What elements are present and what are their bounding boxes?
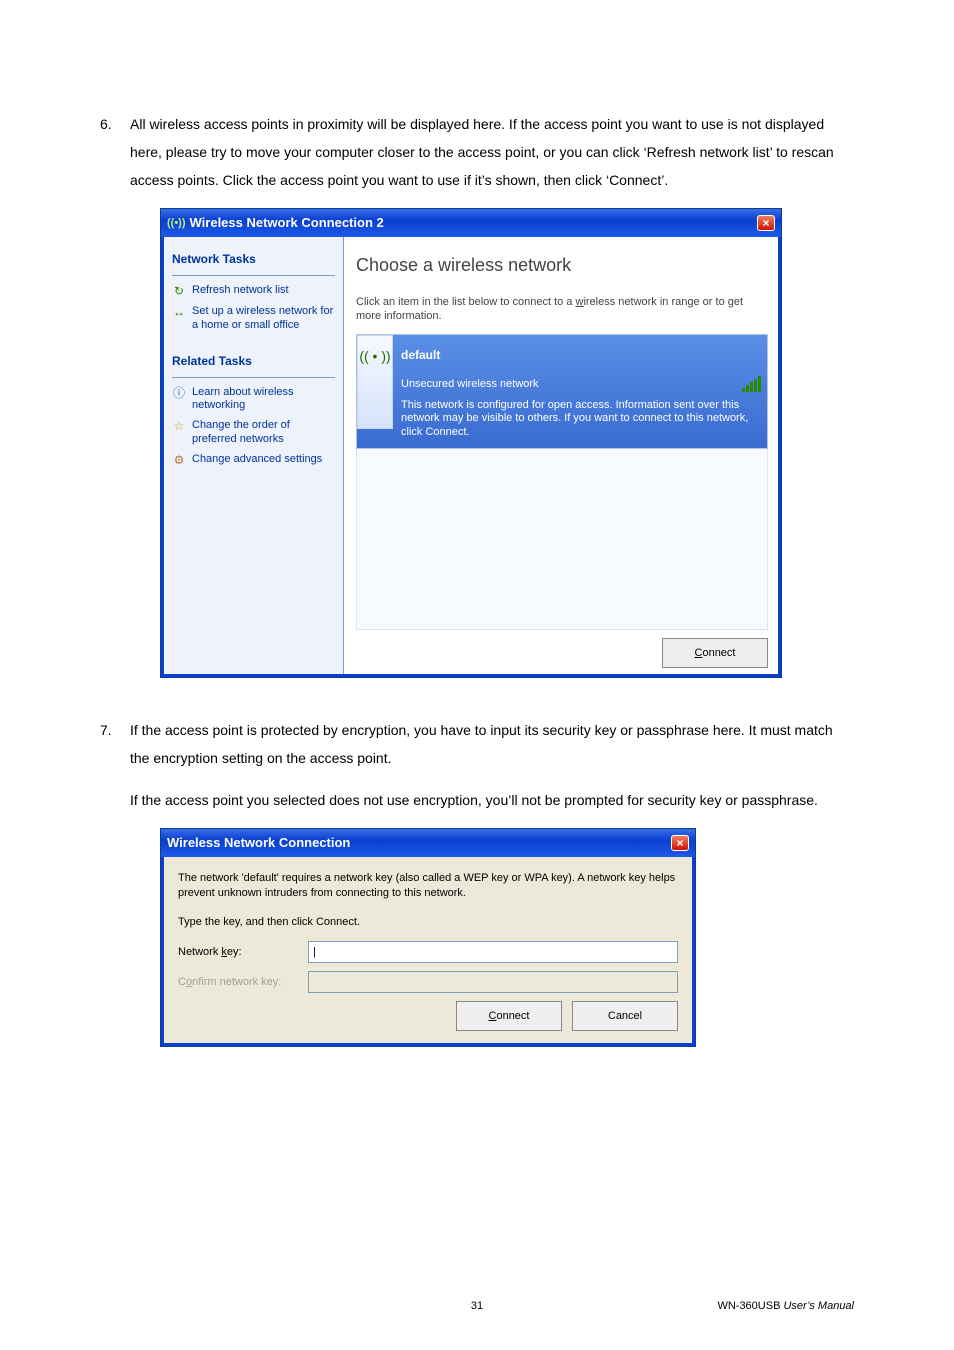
sidebar-group-title: Network Tasks [172, 247, 335, 276]
setup-network-icon: ↔ [172, 305, 186, 320]
sidebar-item-advanced[interactable]: ⚙ Change advanced settings [172, 453, 335, 468]
document-id: WN-360USB User’s Manual [717, 1300, 854, 1312]
network-warning: This network is configured for open acce… [401, 395, 761, 446]
step-6-text: All wireless access points in proximity … [130, 110, 854, 194]
network-key-label: Network key: [178, 941, 308, 963]
connect-button[interactable]: Connect [662, 638, 768, 668]
page-number: 31 [471, 1300, 483, 1312]
dialog-titlebar: ((•)) Wireless Network Connection 2 × [161, 209, 781, 237]
sidebar-item-order[interactable]: ☆ Change the order of preferred networks [172, 419, 335, 447]
network-list-empty [356, 449, 768, 630]
sidebar-group-title: Related Tasks [172, 349, 335, 378]
network-security-row: Unsecured wireless network [401, 373, 761, 395]
dialog-message-2: Type the key, and then click Connect. [178, 911, 678, 933]
sidebar-item-label: Refresh network list [192, 284, 289, 298]
dialog-title: Wireless Network Connection [167, 830, 671, 856]
confirm-key-label: Confirm network key: [178, 971, 308, 993]
network-name: default [401, 339, 761, 369]
sidebar-item-label: Learn about wireless networking [192, 386, 335, 414]
main-description: Click an item in the list below to conne… [356, 295, 768, 324]
dialog-message-1: The network 'default' requires a network… [178, 871, 678, 901]
cancel-button[interactable]: Cancel [572, 1001, 678, 1031]
confirm-key-row: Confirm network key: [178, 971, 678, 993]
signal-strength-icon [742, 376, 761, 392]
step-number: 6. [100, 110, 130, 698]
access-point-icon: (( • )) [359, 342, 390, 428]
sidebar-item-label: Set up a wireless network for a home or … [192, 305, 335, 333]
sidebar-item-learn[interactable]: ⓘ Learn about wireless networking [172, 386, 335, 414]
dialog-titlebar: Wireless Network Connection × [161, 829, 695, 857]
gear-icon: ⚙ [172, 453, 186, 468]
info-icon: ⓘ [172, 386, 186, 401]
main-panel: Choose a wireless network Click an item … [344, 237, 778, 674]
connect-button[interactable]: Connect [456, 1001, 562, 1031]
refresh-icon: ↻ [172, 284, 186, 299]
network-key-row: Network key: [178, 941, 678, 963]
step-7-para-2: If the access point you selected does no… [130, 786, 854, 814]
step-number: 7. [100, 716, 130, 1047]
network-key-dialog: Wireless Network Connection × The networ… [160, 828, 696, 1047]
network-key-input[interactable] [308, 941, 678, 963]
step-7-para-1: If the access point is protected by encr… [130, 716, 854, 772]
dialog-title: Wireless Network Connection 2 [190, 210, 757, 236]
sidebar-item-setup-network[interactable]: ↔ Set up a wireless network for a home o… [172, 305, 335, 333]
star-icon: ☆ [172, 419, 186, 434]
choose-wireless-network-dialog: ((•)) Wireless Network Connection 2 × Ne… [160, 208, 782, 678]
main-heading: Choose a wireless network [356, 247, 768, 283]
step-7: 7. If the access point is protected by e… [100, 716, 854, 1047]
step-body: All wireless access points in proximity … [130, 110, 854, 698]
step-6: 6. All wireless access points in proximi… [100, 110, 854, 698]
tasks-sidebar: Network Tasks ↻ Refresh network list ↔ S… [164, 237, 344, 674]
step-body: If the access point is protected by encr… [130, 716, 854, 1047]
close-button[interactable]: × [757, 215, 775, 231]
network-item[interactable]: (( • )) default Unsecured wireless netwo… [356, 334, 768, 449]
network-icon-column: (( • )) [357, 335, 393, 429]
network-security-text: Unsecured wireless network [401, 373, 539, 395]
close-button[interactable]: × [671, 835, 689, 851]
sidebar-item-label: Change the order of preferred networks [192, 419, 335, 447]
sidebar-item-label: Change advanced settings [192, 453, 322, 467]
sidebar-item-refresh[interactable]: ↻ Refresh network list [172, 284, 335, 299]
confirm-key-input [308, 971, 678, 993]
wireless-icon: ((•)) [167, 212, 186, 234]
